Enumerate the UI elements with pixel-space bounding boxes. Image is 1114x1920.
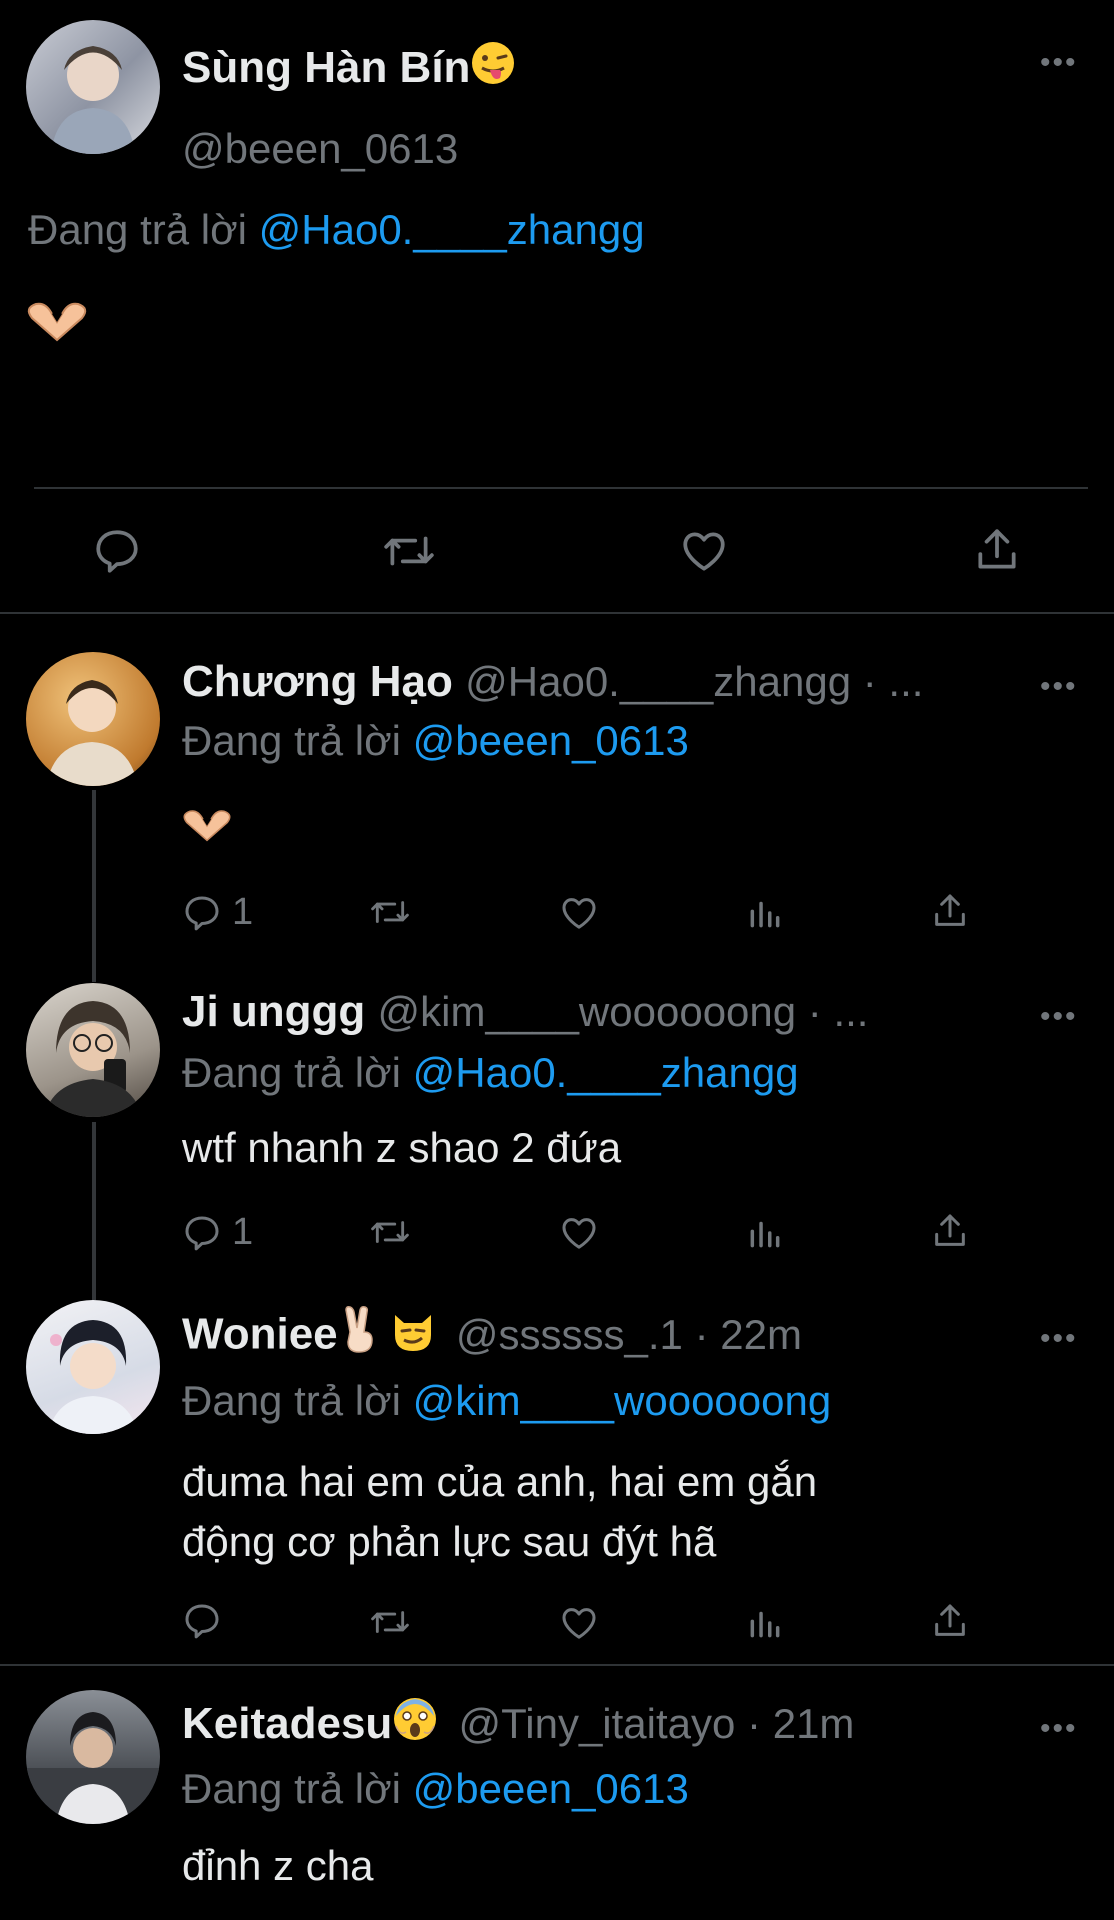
replying-prefix: Đang trả lời bbox=[182, 717, 401, 764]
avatar-image bbox=[46, 680, 138, 786]
more-options-icon[interactable]: ••• bbox=[1040, 672, 1078, 702]
smirking-cat-emoji-icon bbox=[390, 1307, 436, 1367]
reply-icon[interactable] bbox=[182, 1601, 222, 1641]
reply-count: 1 bbox=[232, 891, 254, 933]
replying-to-line: Đang trả lời @beeen_0613 bbox=[182, 716, 689, 766]
reply-text-line: động cơ phản lực sau đýt hã bbox=[182, 1518, 717, 1565]
avatar[interactable] bbox=[26, 20, 160, 154]
section-divider bbox=[0, 612, 1114, 614]
reply-icon[interactable] bbox=[92, 526, 142, 576]
avatar[interactable] bbox=[26, 652, 160, 786]
avatar[interactable] bbox=[26, 1690, 160, 1824]
reply-header: Keitadesu @Tiny_itaitayo · 21m bbox=[182, 1696, 854, 1756]
reply-icon bbox=[185, 1216, 219, 1250]
section-divider bbox=[0, 1664, 1114, 1666]
replying-to-link[interactable]: @beeen_0613 bbox=[413, 1765, 689, 1812]
replying-prefix: Đang trả lời bbox=[182, 1049, 401, 1096]
avatar-image bbox=[44, 1001, 142, 1117]
display-name[interactable]: Keitadesu bbox=[182, 1699, 392, 1748]
like-icon[interactable] bbox=[558, 1603, 600, 1643]
more-options-icon[interactable]: ••• bbox=[1040, 1324, 1078, 1354]
reply-text: wtf nhanh z shao 2 đứa bbox=[182, 1124, 622, 1171]
avatar-image bbox=[26, 1712, 160, 1824]
replying-to-link[interactable]: @kim____woooooong bbox=[413, 1377, 832, 1424]
analytics-icon[interactable] bbox=[746, 893, 784, 933]
replying-prefix: Đang trả lời bbox=[182, 1377, 401, 1424]
thread-connector bbox=[92, 790, 96, 982]
divider bbox=[34, 487, 1088, 489]
replying-prefix: Đang trả lời bbox=[28, 206, 247, 253]
replying-to-link[interactable]: @Hao0.____zhangg bbox=[259, 206, 645, 253]
replying-to-line: Đang trả lời @kim____woooooong bbox=[182, 1376, 831, 1426]
handle-time[interactable]: @kim____woooooong · ... bbox=[378, 988, 869, 1035]
more-options-icon[interactable]: ••• bbox=[1040, 1714, 1078, 1744]
like-icon[interactable] bbox=[558, 1213, 600, 1253]
reply-text: đỉnh z cha bbox=[182, 1842, 374, 1889]
display-name[interactable]: Ji unggg bbox=[182, 987, 365, 1036]
reply-button[interactable]: 1 bbox=[182, 891, 253, 934]
reply-text: đuma hai em của anh, hai em gắn động cơ … bbox=[182, 1452, 817, 1572]
more-options-icon[interactable]: ••• bbox=[1040, 48, 1078, 78]
avatar[interactable] bbox=[26, 983, 160, 1117]
reply-icon bbox=[185, 896, 219, 930]
replying-prefix: Đang trả lời bbox=[182, 1765, 401, 1812]
replying-to-line: Đang trả lời @beeen_0613 bbox=[182, 1764, 689, 1814]
like-icon[interactable] bbox=[558, 893, 600, 933]
retweet-icon[interactable] bbox=[368, 1603, 412, 1641]
share-icon[interactable] bbox=[972, 524, 1022, 576]
more-options-icon[interactable]: ••• bbox=[1040, 1002, 1078, 1032]
heart-hands-emoji-icon bbox=[182, 808, 232, 847]
display-name[interactable]: Chương Hạo bbox=[182, 657, 453, 706]
retweet-icon[interactable] bbox=[382, 526, 436, 576]
handle-time[interactable]: @ssssss_.1 · 22m bbox=[456, 1311, 802, 1358]
reply-button[interactable]: 1 bbox=[182, 1211, 253, 1254]
heart-hands-emoji-icon bbox=[26, 300, 88, 347]
display-name-text: Sùng Hàn Bín bbox=[182, 43, 471, 92]
retweet-icon[interactable] bbox=[368, 893, 412, 931]
replying-to-link[interactable]: @beeen_0613 bbox=[413, 717, 689, 764]
replying-to-line: Đang trả lời @Hao0.____zhangg bbox=[182, 1048, 799, 1098]
handle-time[interactable]: @Tiny_itaitayo · 21m bbox=[459, 1700, 855, 1747]
replying-to-line: Đang trả lời @Hao0.____zhangg bbox=[28, 205, 645, 255]
display-name[interactable]: Sùng Hàn Bín bbox=[182, 40, 516, 100]
analytics-icon[interactable] bbox=[746, 1603, 784, 1643]
thread-connector bbox=[92, 1122, 96, 1300]
share-icon[interactable] bbox=[930, 1600, 970, 1642]
display-name[interactable]: Woniee bbox=[182, 1310, 338, 1359]
avatar-image bbox=[51, 46, 135, 154]
reply-header: Chương Hạo @Hao0.____zhangg · ... bbox=[182, 654, 923, 710]
reply-text-line: đuma hai em của anh, hai em gắn bbox=[182, 1458, 818, 1505]
victory-hand-emoji-icon bbox=[338, 1306, 380, 1368]
handle[interactable]: @beeen_0613 bbox=[182, 124, 458, 174]
reply-count: 1 bbox=[232, 1211, 254, 1253]
avatar-image bbox=[48, 1320, 138, 1434]
replying-to-link[interactable]: @Hao0.____zhangg bbox=[413, 1049, 799, 1096]
share-icon[interactable] bbox=[930, 890, 970, 932]
screaming-face-emoji-icon bbox=[392, 1696, 438, 1756]
like-icon[interactable] bbox=[678, 526, 730, 576]
tongue-face-emoji-icon bbox=[470, 40, 516, 100]
reply-header: Woniee @ssssss_.1 · 22m bbox=[182, 1306, 802, 1368]
analytics-icon[interactable] bbox=[746, 1213, 784, 1253]
reply-header: Ji unggg @kim____woooooong · ... bbox=[182, 984, 868, 1040]
handle-time[interactable]: @Hao0.____zhangg · ... bbox=[465, 658, 923, 705]
share-icon[interactable] bbox=[930, 1210, 970, 1252]
retweet-icon[interactable] bbox=[368, 1213, 412, 1251]
avatar[interactable] bbox=[26, 1300, 160, 1434]
